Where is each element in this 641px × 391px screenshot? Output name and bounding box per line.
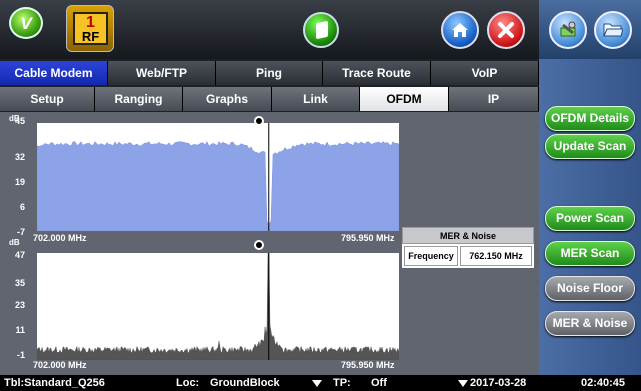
rf-port-badge[interactable]: 1 RF xyxy=(66,5,114,52)
tp-value[interactable]: Off xyxy=(371,377,387,389)
chart1-ytick: -7 xyxy=(16,227,25,237)
rf-port-number: 1 xyxy=(86,14,95,31)
vepal-logo-icon: V xyxy=(9,7,43,39)
home-button[interactable] xyxy=(441,11,479,49)
chart1-ytick: 45 xyxy=(14,116,25,126)
power-spectrum-chart[interactable] xyxy=(37,123,399,231)
ofdm-details-button[interactable]: OFDM Details xyxy=(545,106,635,131)
chart1-ytick: 6 xyxy=(19,202,25,212)
location-dropdown-icon[interactable] xyxy=(312,380,322,387)
primary-tab-bar: Cable Modem Web/FTP Ping Trace Route VoI… xyxy=(0,61,539,85)
status-time: 02:40:45 xyxy=(581,377,626,389)
chart2-ytick: 23 xyxy=(14,300,25,310)
tab-ip[interactable]: IP xyxy=(449,87,539,111)
close-button[interactable] xyxy=(487,11,525,49)
mer-noise-area xyxy=(37,253,399,360)
tab-trace-route[interactable]: Trace Route xyxy=(323,61,431,85)
mer-noise-title: MER & Noise xyxy=(402,227,534,244)
chart2-xstart-label: 702.000 MHz xyxy=(33,360,87,370)
power-spectrum-svg xyxy=(37,123,399,231)
graph-area: dB 45 32 19 6 -7 702.000 MHz 795.950 MHz… xyxy=(0,112,539,375)
tab-graphs[interactable]: Graphs xyxy=(183,87,272,111)
location-value[interactable]: GroundBlock xyxy=(210,377,280,389)
chart2-ytick: 11 xyxy=(15,325,25,335)
chart1-ytick: 32 xyxy=(14,152,25,162)
location-label: Loc: xyxy=(176,377,200,389)
chart2-ytick: -1 xyxy=(16,350,25,360)
power-scan-button[interactable]: Power Scan xyxy=(545,206,635,231)
mer-noise-svg xyxy=(37,253,399,360)
secondary-tab-bar: Setup Ranging Graphs Link OFDM IP xyxy=(0,87,539,111)
table-status: Tbl:Standard_Q256 xyxy=(4,377,105,389)
file-button[interactable] xyxy=(303,12,339,48)
folder-icon xyxy=(603,23,623,37)
mer-noise-info-box: MER & Noise Frequency 762.150 MHz xyxy=(402,227,534,268)
tab-setup[interactable]: Setup xyxy=(0,87,95,111)
frequency-value: 762.150 MHz xyxy=(460,246,532,266)
close-icon xyxy=(498,22,514,38)
chart2-ytick: 47 xyxy=(14,250,25,260)
mer-noise-button[interactable]: MER & Noise xyxy=(545,311,635,336)
tp-label: TP: xyxy=(333,377,351,389)
tab-ofdm[interactable]: OFDM xyxy=(360,87,449,111)
chart2-marker[interactable] xyxy=(254,240,264,250)
tools-icon xyxy=(560,21,576,37)
status-bar: Tbl:Standard_Q256 Loc: GroundBlock TP: O… xyxy=(0,375,641,391)
power-spectrum-area xyxy=(37,141,399,231)
noise-floor-button[interactable]: Noise Floor xyxy=(545,276,635,301)
frequency-label: Frequency xyxy=(404,246,458,266)
update-scan-button[interactable]: Update Scan xyxy=(545,134,635,159)
tab-voip[interactable]: VoIP xyxy=(431,61,539,85)
chart2-ylabel: dB xyxy=(9,238,20,247)
tools-button[interactable] xyxy=(549,11,587,49)
tab-cable-modem[interactable]: Cable Modem xyxy=(0,61,108,85)
mer-noise-chart[interactable] xyxy=(37,253,399,360)
tab-link[interactable]: Link xyxy=(272,87,360,111)
home-icon xyxy=(452,23,468,37)
rf-port-label: RF xyxy=(81,29,100,44)
chart1-ytick: 19 xyxy=(14,177,25,187)
folder-button[interactable] xyxy=(594,11,632,49)
date-dropdown-icon[interactable] xyxy=(458,380,468,387)
tab-ping[interactable]: Ping xyxy=(216,61,323,85)
chart2-xend-label: 795.950 MHz xyxy=(341,360,395,370)
chart1-xend-label: 795.950 MHz xyxy=(341,233,395,243)
chart2-ytick: 35 xyxy=(14,278,25,288)
status-date: 2017-03-28 xyxy=(470,377,527,389)
chart1-xstart-label: 702.000 MHz xyxy=(33,233,87,243)
tab-web-ftp[interactable]: Web/FTP xyxy=(108,61,216,85)
mer-scan-button[interactable]: MER Scan xyxy=(545,241,635,266)
tab-ranging[interactable]: Ranging xyxy=(95,87,183,111)
chart1-marker[interactable] xyxy=(254,116,264,126)
